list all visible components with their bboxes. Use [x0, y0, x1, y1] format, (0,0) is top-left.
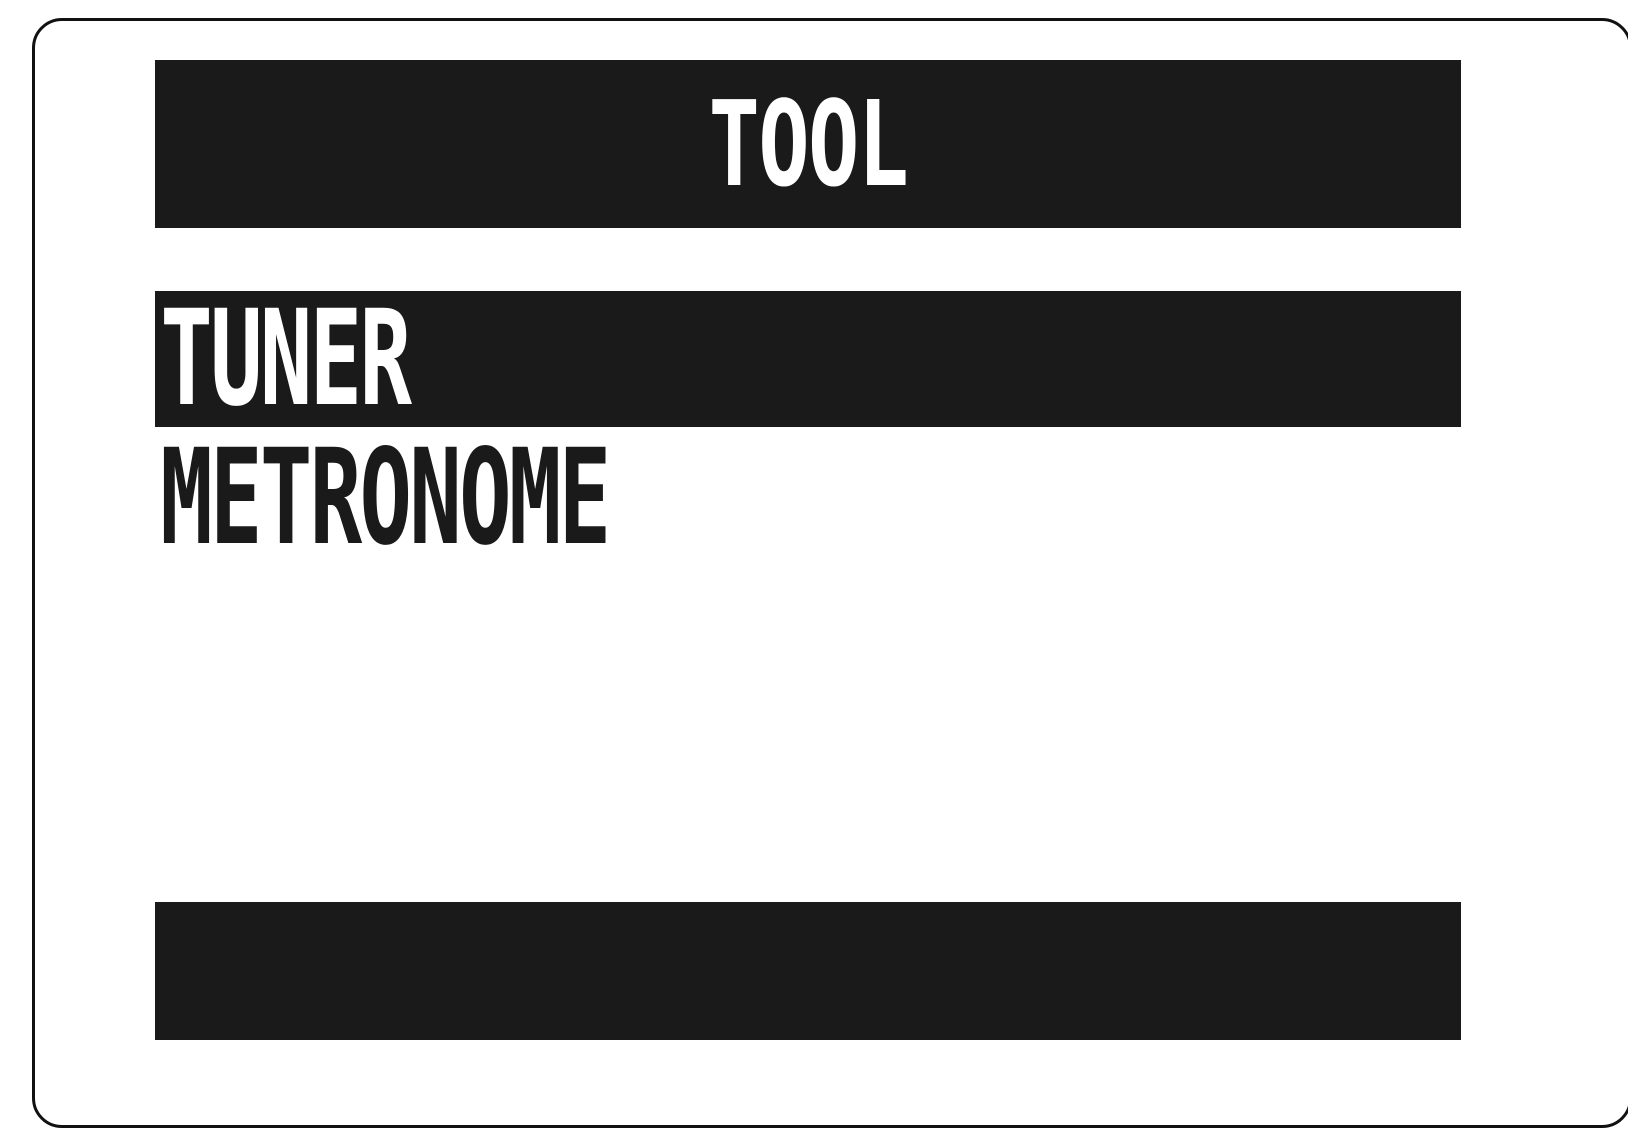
bottom-status-bar: [155, 902, 1461, 1040]
screen-title: TOOL: [708, 75, 909, 213]
title-bar: TOOL: [155, 60, 1461, 228]
menu-item-label: TUNER: [160, 282, 412, 436]
menu-item-label: METRONOME: [160, 421, 611, 575]
menu-item-metronome[interactable]: METRONOME: [155, 430, 1461, 566]
menu-item-tuner[interactable]: TUNER: [155, 291, 1461, 427]
